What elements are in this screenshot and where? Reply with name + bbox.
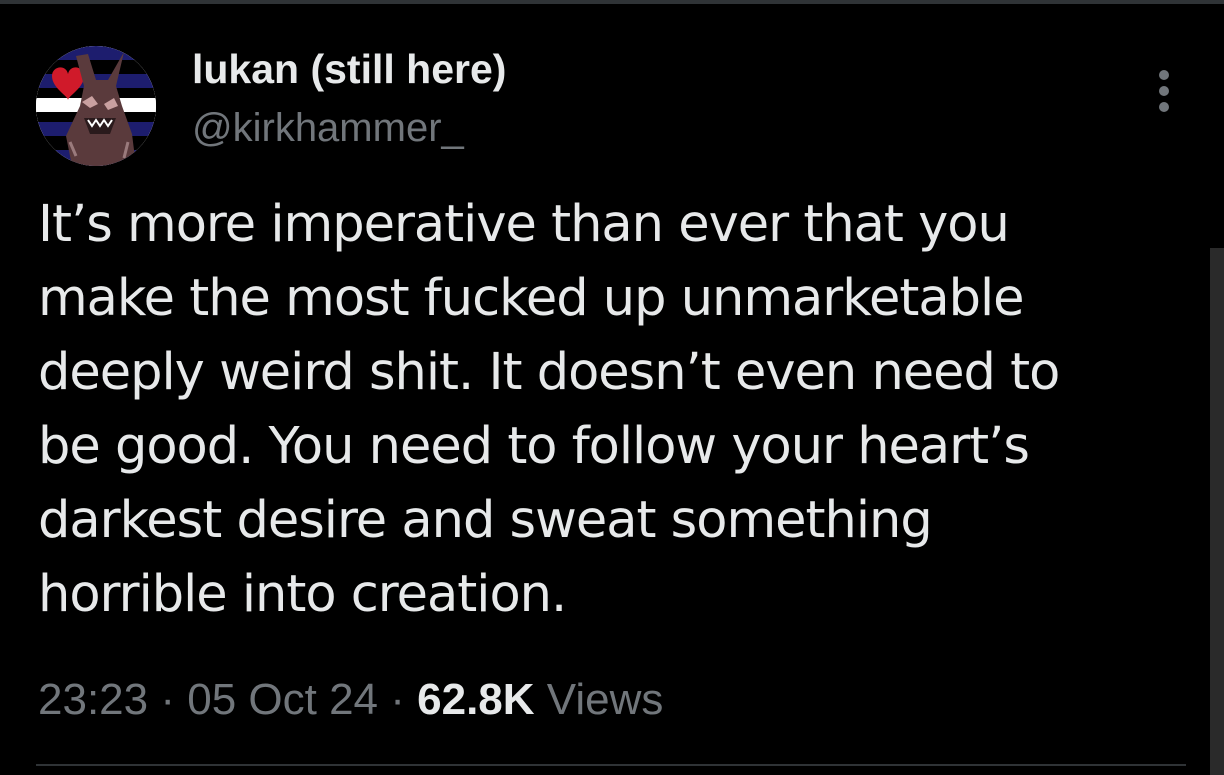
tweet-text: It’s more imperative than ever that you … <box>38 195 1060 624</box>
meta-separator: · <box>160 675 175 724</box>
meta-separator: · <box>390 675 405 724</box>
more-vertical-icon-dot <box>1159 86 1169 96</box>
tweet-time[interactable]: 23:23 <box>38 675 148 724</box>
more-vertical-icon <box>1159 70 1169 80</box>
views-label: Views <box>546 675 664 724</box>
more-vertical-icon-dot <box>1159 102 1169 112</box>
avatar-image <box>36 46 156 166</box>
display-name[interactable]: lukan (still here) <box>192 44 506 94</box>
more-options-button[interactable] <box>1146 66 1182 116</box>
bottom-divider <box>36 764 1186 766</box>
scrollbar[interactable] <box>1210 248 1224 775</box>
tweet: lukan (still here) @kirkhammer_ It’s mor… <box>0 0 1224 775</box>
user-handle[interactable]: @kirkhammer_ <box>192 103 464 153</box>
tweet-metadata: 23:23 · 05 Oct 24 · 62.8K Views <box>38 672 663 728</box>
views-count[interactable]: 62.8K <box>417 675 534 724</box>
tweet-date[interactable]: 05 Oct 24 <box>187 675 378 724</box>
avatar[interactable] <box>36 46 156 166</box>
